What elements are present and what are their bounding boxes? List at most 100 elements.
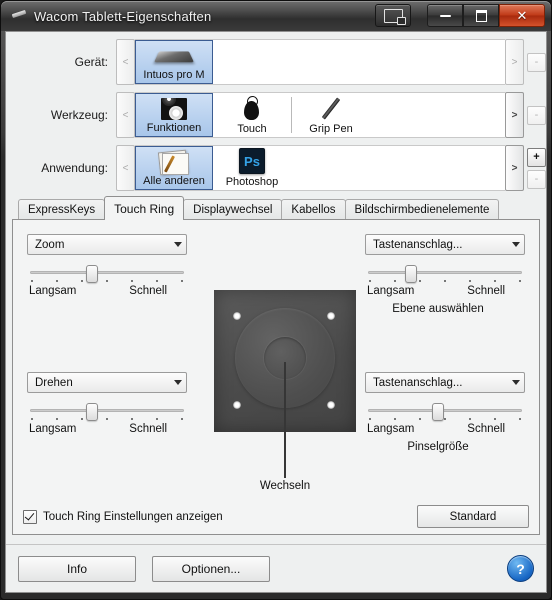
device-item-strip: Intuos pro M [135, 39, 505, 85]
window-title: Wacom Tablett-Eigenschaften [34, 8, 212, 24]
slider-thumb[interactable] [404, 265, 417, 283]
tab-displaywechsel[interactable]: Displaywechsel [183, 199, 283, 220]
slider-min-label: Langsam [29, 423, 77, 435]
slider-track [30, 409, 184, 412]
led-indicator [327, 312, 335, 320]
slider-thumb[interactable] [432, 403, 444, 421]
label-tool: Werkzeug: [50, 108, 108, 122]
control-bottom-right: Tastenanschlag... Langsam Schnell Pinsel… [365, 372, 525, 453]
pen-icon [11, 9, 27, 23]
slider-endpoints: Langsam Schnell [365, 285, 525, 297]
slider-max-label: Schnell [129, 423, 167, 435]
client-area: Gerät: < Intuos pro M > - Werkzeug: < Fu… [5, 31, 547, 593]
options-button[interactable]: Optionen... [152, 555, 270, 582]
function-select-bottom-left[interactable]: Drehen [27, 372, 187, 393]
function-select-bottom-right[interactable]: Tastenanschlag... [365, 372, 525, 393]
help-button[interactable]: ? [507, 555, 534, 582]
slider-ticks [27, 418, 187, 420]
device-prev-button[interactable]: < [116, 39, 135, 85]
tool-item-touch[interactable]: Touch [213, 93, 291, 137]
tool-addremove: - [524, 93, 546, 137]
function-select-top-right[interactable]: Tastenanschlag... [365, 234, 525, 255]
slider-track [30, 271, 184, 274]
tool-prev-button[interactable]: < [116, 92, 135, 138]
device-item-intuos-pro-m[interactable]: Intuos pro M [135, 40, 213, 84]
chevron-down-icon [512, 242, 520, 247]
slider-min-label: Langsam [367, 285, 415, 297]
callout-label-wechseln: Wechseln [259, 480, 311, 492]
speed-slider-top-left[interactable] [27, 265, 187, 283]
application-item-alle-anderen[interactable]: Alle anderen [135, 146, 213, 190]
selector-row-application: Anwendung: < Alle anderen Ps Photoshop > [6, 144, 546, 192]
slider-thumb[interactable] [86, 265, 98, 283]
select-value: Tastenanschlag... [373, 238, 463, 251]
device-addremove: - [524, 40, 546, 84]
maximize-button[interactable] [463, 4, 499, 27]
chevron-down-icon [512, 380, 520, 385]
tab-expresskeys[interactable]: ExpressKeys [18, 199, 106, 220]
selector-row-device: Gerät: < Intuos pro M > - [6, 38, 546, 86]
tool-item-label: Touch [237, 123, 267, 135]
window-controls: ✕ [375, 4, 545, 27]
application-remove-button[interactable]: - [527, 169, 546, 189]
tool-remove-button[interactable]: - [527, 105, 546, 125]
led-indicator [327, 401, 335, 409]
info-button[interactable]: Info [18, 555, 136, 582]
device-next-button[interactable]: > [505, 39, 524, 85]
chevron-down-icon [174, 380, 182, 385]
tab-touch-ring[interactable]: Touch Ring [104, 196, 185, 220]
tool-item-grip-pen[interactable]: Grip Pen [292, 93, 370, 137]
application-item-photoshop[interactable]: Ps Photoshop [213, 146, 291, 190]
slider-ticks [365, 418, 525, 420]
photoshop-icon: Ps [239, 148, 265, 174]
show-settings-checkbox[interactable] [23, 510, 37, 524]
title-bar[interactable]: Wacom Tablett-Eigenschaften ✕ [1, 1, 551, 31]
show-settings-checkbox-row[interactable]: Touch Ring Einstellungen anzeigen [23, 510, 223, 524]
assignment-caption-bottom-right: Pinselgröße [407, 441, 469, 453]
label-application: Anwendung: [41, 161, 108, 175]
application-item-label: Photoshop [225, 176, 279, 188]
device-remove-button[interactable]: - [527, 52, 546, 72]
callout-line [284, 362, 286, 478]
minimize-icon [439, 14, 451, 17]
select-value: Drehen [35, 376, 73, 389]
tool-item-funktionen[interactable]: Funktionen [135, 93, 213, 137]
tab-bar: ExpressKeys Touch Ring Displaywechsel Ka… [12, 196, 540, 220]
select-value: Tastenanschlag... [373, 376, 463, 389]
functions-icon [161, 97, 187, 121]
tool-item-strip: Funktionen Touch Grip Pen [135, 92, 505, 138]
application-prev-button[interactable]: < [116, 145, 135, 191]
tool-item-label: Grip Pen [309, 123, 353, 135]
function-select-top-left[interactable]: Zoom [27, 234, 187, 255]
tool-next-button[interactable]: > [505, 92, 524, 138]
selector-rows: Gerät: < Intuos pro M > - Werkzeug: < Fu… [6, 32, 546, 192]
control-top-left: Zoom Langsam Schnell [27, 234, 187, 297]
application-next-button[interactable]: > [505, 145, 524, 191]
slider-ticks [365, 280, 525, 282]
device-item-label: Intuos pro M [143, 69, 205, 81]
speed-slider-bottom-left[interactable] [27, 403, 187, 421]
slider-thumb[interactable] [86, 403, 98, 421]
slider-min-label: Langsam [367, 423, 415, 435]
application-add-button[interactable]: + [527, 147, 546, 167]
slider-track [368, 271, 522, 274]
led-indicator [233, 312, 241, 320]
close-button[interactable]: ✕ [499, 4, 545, 27]
display-switch-icon[interactable] [375, 4, 411, 27]
tablet-icon [154, 44, 194, 68]
minimize-button[interactable] [427, 4, 463, 27]
tab-bildschirmbedienelemente[interactable]: Bildschirmbedienelemente [344, 199, 500, 220]
speed-slider-bottom-right[interactable] [365, 403, 525, 421]
default-button[interactable]: Standard [417, 505, 529, 528]
led-indicator [233, 401, 241, 409]
application-item-label: Alle anderen [143, 175, 205, 187]
slider-endpoints: Langsam Schnell [27, 285, 187, 297]
control-bottom-left: Drehen Langsam Schnell [27, 372, 187, 435]
slider-min-label: Langsam [29, 285, 77, 297]
grip-pen-icon [318, 96, 344, 120]
tab-kabellos[interactable]: Kabellos [281, 199, 346, 220]
speed-slider-top-right[interactable] [365, 265, 525, 283]
chevron-down-icon [174, 242, 182, 247]
slider-endpoints: Langsam Schnell [27, 423, 187, 435]
wacom-properties-window: Wacom Tablett-Eigenschaften ✕ Gerät: < I… [0, 0, 552, 600]
